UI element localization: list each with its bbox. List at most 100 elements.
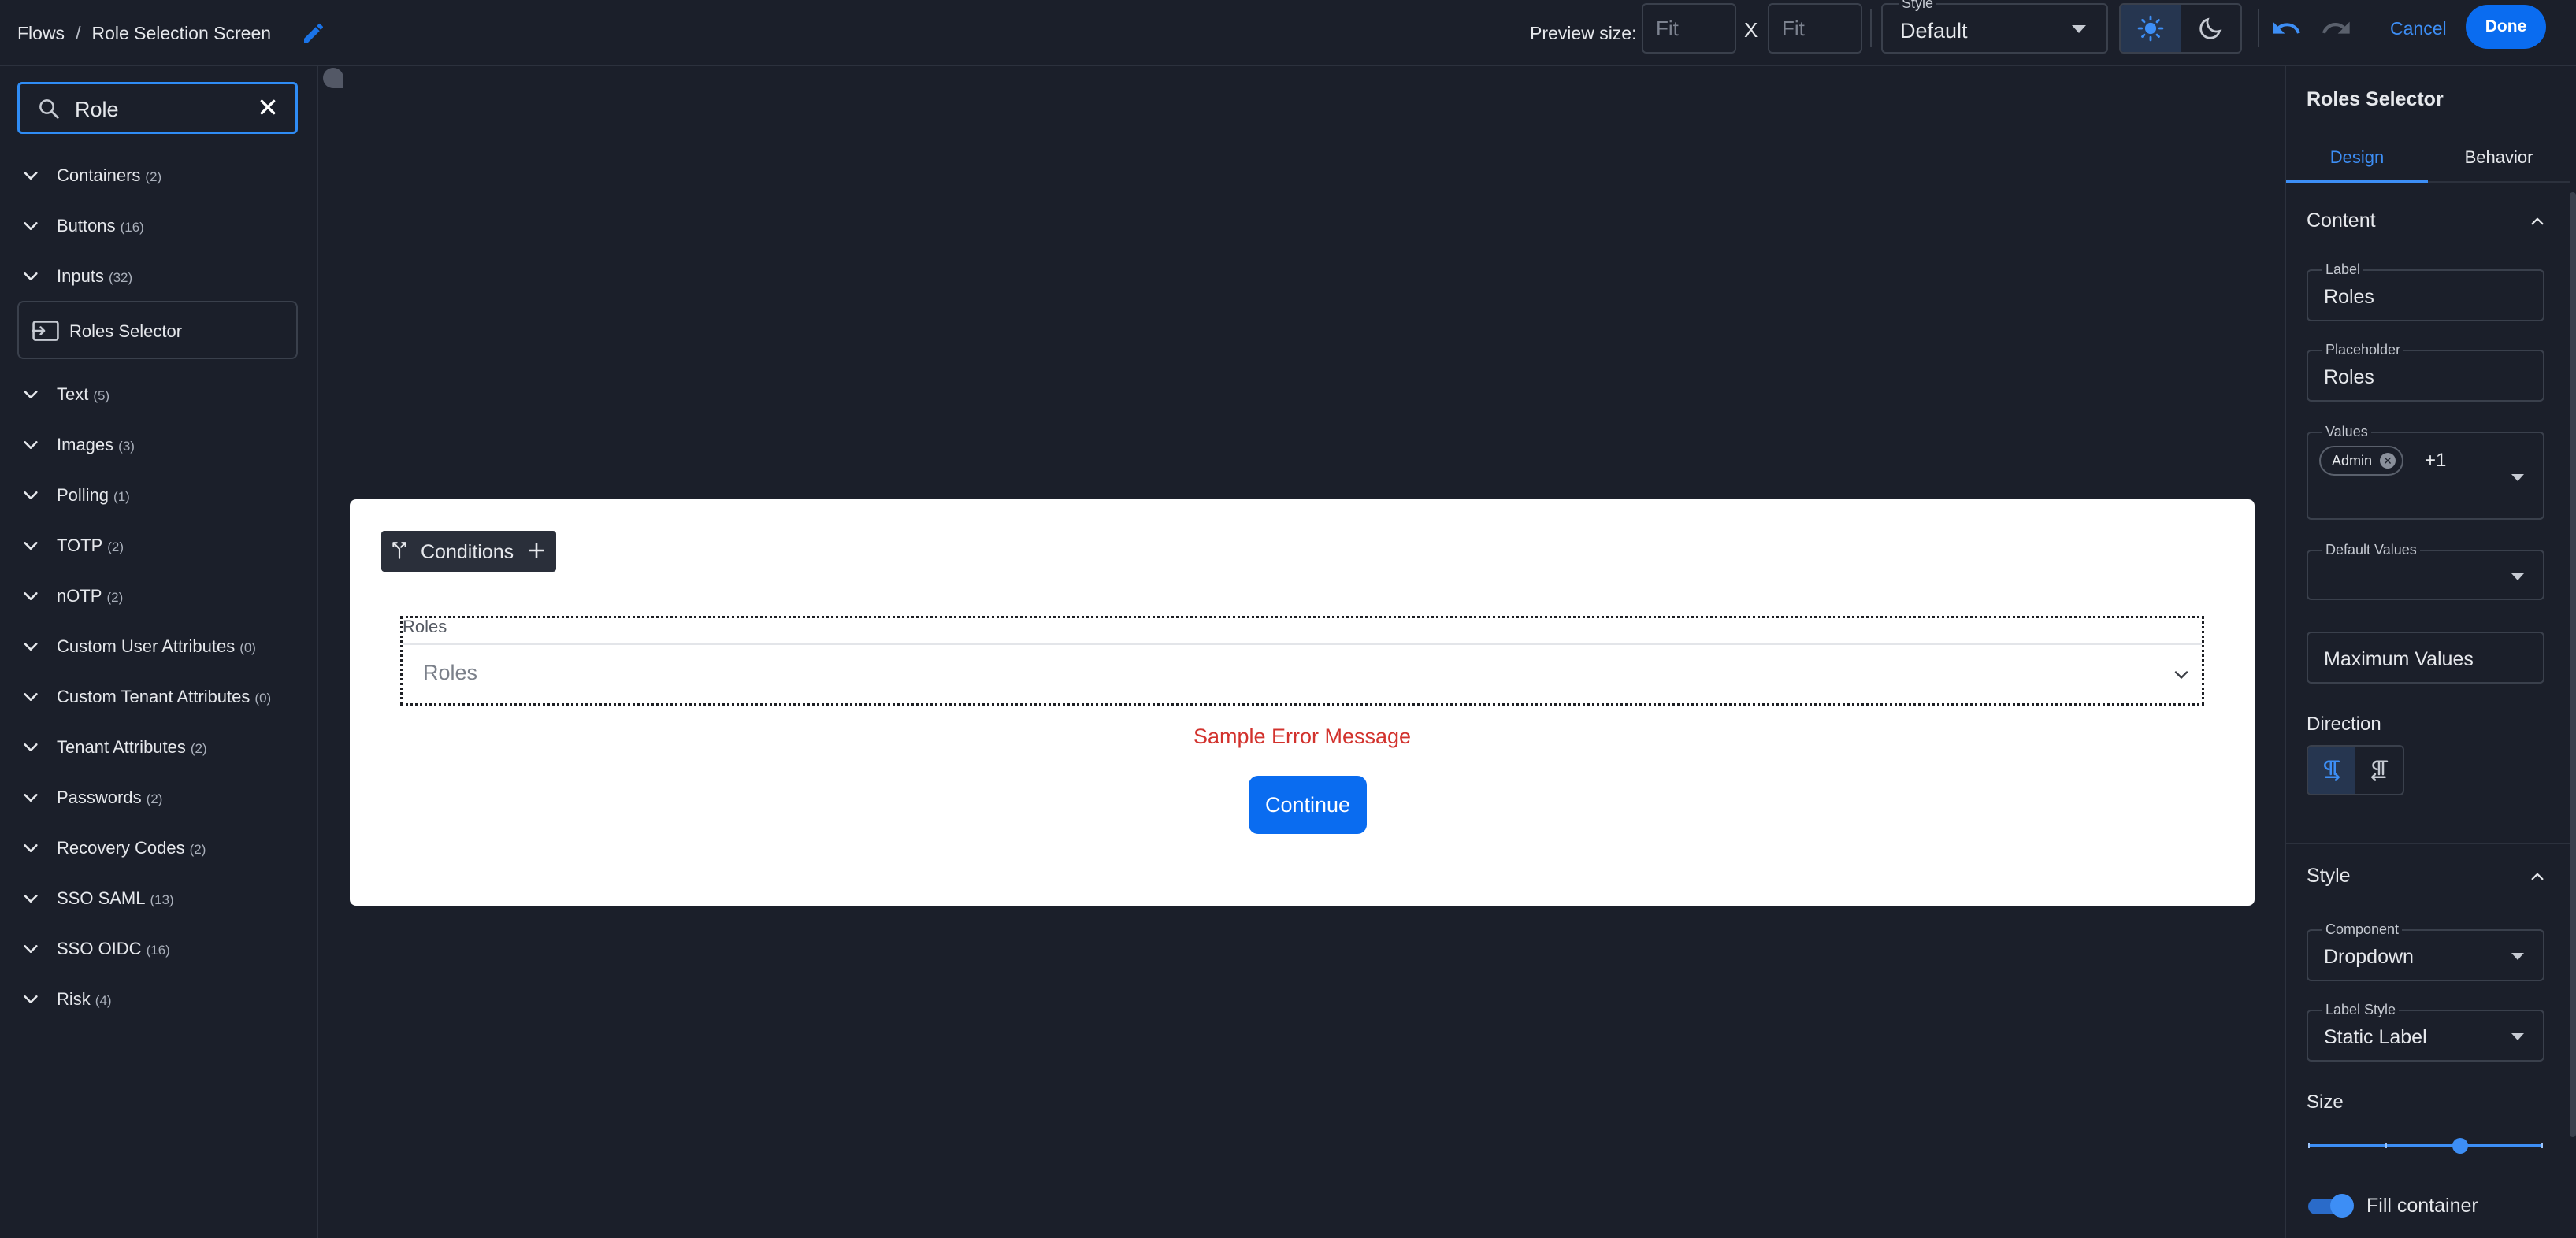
- chevron-down-icon: [24, 945, 38, 953]
- category-count: (4): [95, 993, 112, 1008]
- category-name: TOTP: [57, 536, 103, 555]
- conditions-button[interactable]: Conditions: [381, 531, 556, 572]
- chip-remove-icon[interactable]: ✕: [2380, 453, 2396, 469]
- category-count: (5): [93, 388, 110, 403]
- redo-icon[interactable]: [2321, 13, 2352, 44]
- inspector-tabs: Design Behavior: [2286, 132, 2570, 183]
- fill-container-toggle[interactable]: [2308, 1194, 2354, 1218]
- component-label: Roles Selector: [69, 321, 183, 341]
- category-count: (1): [113, 489, 130, 504]
- chevron-down-icon: [24, 643, 38, 651]
- light-theme-button[interactable]: [2121, 5, 2181, 52]
- scrollbar-thumb[interactable]: [2570, 192, 2576, 1137]
- category-label: Inputs (32): [57, 266, 132, 287]
- category-item[interactable]: Inputs (32): [0, 260, 315, 291]
- direction-rtl-button[interactable]: [2355, 747, 2403, 794]
- category-name: nOTP: [57, 586, 102, 606]
- preview-size-label: Preview size:: [1530, 23, 1637, 43]
- category-name: Containers: [57, 165, 141, 185]
- category-item[interactable]: Custom Tenant Attributes (0): [0, 680, 315, 712]
- component-search-input[interactable]: Role: [17, 82, 298, 134]
- category-label: Text (5): [57, 384, 109, 405]
- style-section-heading[interactable]: Style: [2307, 865, 2351, 888]
- category-item[interactable]: Images (3): [0, 428, 315, 460]
- size-slider[interactable]: [2308, 1134, 2543, 1158]
- component-roles-selector[interactable]: Roles Selector: [17, 301, 298, 359]
- undo-icon[interactable]: [2270, 13, 2302, 44]
- category-name: Risk: [57, 989, 91, 1009]
- category-item[interactable]: Recovery Codes (2): [0, 832, 315, 863]
- component-value: Dropdown: [2324, 946, 2414, 968]
- chevron-down-icon: [24, 222, 38, 230]
- values-legend: Values: [2322, 424, 2371, 440]
- value-chip[interactable]: Admin ✕: [2319, 446, 2404, 476]
- content-section-heading[interactable]: Content: [2307, 209, 2376, 232]
- label-style-legend: Label Style: [2322, 1002, 2400, 1018]
- slider-tick: [2308, 1143, 2310, 1148]
- category-item[interactable]: Containers (2): [0, 159, 315, 191]
- direction-heading: Direction: [2307, 714, 2381, 735]
- plus-icon[interactable]: [526, 540, 547, 561]
- slider-tick: [2541, 1143, 2543, 1148]
- category-item[interactable]: Polling (1): [0, 479, 315, 510]
- default-values-select[interactable]: Default Values: [2307, 542, 2544, 600]
- roles-selector-preview[interactable]: Roles Roles: [400, 616, 2204, 706]
- done-button[interactable]: Done: [2466, 5, 2546, 49]
- category-label: Passwords (2): [57, 788, 162, 808]
- category-name: Custom Tenant Attributes: [57, 687, 251, 706]
- screen-preview-card[interactable]: Conditions Roles Roles Sample Error Mess…: [350, 499, 2255, 906]
- label-field[interactable]: Label Roles: [2307, 261, 2544, 321]
- category-item[interactable]: Custom User Attributes (0): [0, 630, 315, 662]
- breadcrumb-flows[interactable]: Flows: [17, 23, 65, 44]
- rtl-direction-icon: [2371, 760, 2389, 781]
- category-label: Images (3): [57, 435, 135, 455]
- value-chip-label: Admin: [2332, 453, 2373, 469]
- dark-theme-button[interactable]: [2181, 5, 2240, 52]
- category-label: Polling (1): [57, 485, 130, 506]
- roles-dropdown[interactable]: Roles: [403, 643, 2202, 703]
- preview-width-input[interactable]: Fit: [1642, 3, 1736, 54]
- category-name: Inputs: [57, 266, 104, 286]
- close-icon[interactable]: [258, 97, 278, 117]
- chevron-up-icon[interactable]: [2529, 213, 2546, 230]
- category-item[interactable]: Passwords (2): [0, 781, 315, 813]
- label-field-value: Roles: [2324, 286, 2374, 308]
- category-item[interactable]: Text (5): [0, 378, 315, 410]
- values-multiselect[interactable]: Values Admin ✕ +1: [2307, 424, 2544, 520]
- maximum-values-input[interactable]: Maximum Values: [2307, 632, 2544, 684]
- editor-canvas[interactable]: Conditions Roles Roles Sample Error Mess…: [320, 66, 2285, 1238]
- category-item[interactable]: Risk (4): [0, 983, 315, 1014]
- category-item[interactable]: Tenant Attributes (2): [0, 731, 315, 762]
- direction-ltr-button[interactable]: [2308, 747, 2355, 794]
- category-item[interactable]: Buttons (16): [0, 209, 315, 241]
- category-item[interactable]: SSO OIDC (16): [0, 932, 315, 964]
- tab-behavior[interactable]: Behavior: [2428, 132, 2570, 183]
- cancel-button[interactable]: Cancel: [2390, 16, 2447, 41]
- slider-thumb[interactable]: [2452, 1138, 2468, 1154]
- category-label: Recovery Codes (2): [57, 838, 206, 858]
- inspector-scrollbar[interactable]: [2570, 184, 2576, 1208]
- category-item[interactable]: SSO SAML (13): [0, 882, 315, 914]
- preview-height-input[interactable]: Fit: [1768, 3, 1862, 54]
- search-input-value: Role: [75, 98, 119, 121]
- component-legend: Component: [2322, 921, 2403, 938]
- label-style-select[interactable]: Label Style Static Label: [2307, 1002, 2544, 1062]
- style-select[interactable]: Style Default: [1881, 0, 2108, 54]
- breadcrumb-separator: /: [76, 22, 81, 43]
- category-name: SSO OIDC: [57, 939, 142, 958]
- pencil-icon[interactable]: [301, 20, 326, 46]
- continue-button[interactable]: Continue: [1249, 776, 1367, 834]
- placeholder-field[interactable]: Placeholder Roles: [2307, 342, 2544, 402]
- chevron-down-icon: [24, 693, 38, 701]
- tab-design[interactable]: Design: [2286, 132, 2428, 183]
- category-item[interactable]: nOTP (2): [0, 580, 315, 611]
- category-name: Tenant Attributes: [57, 737, 186, 757]
- chevron-up-icon[interactable]: [2529, 868, 2546, 885]
- placeholder-field-legend: Placeholder: [2322, 342, 2404, 358]
- component-select[interactable]: Component Dropdown: [2307, 921, 2544, 981]
- breadcrumb-current: Role Selection Screen: [91, 22, 272, 43]
- chevron-down-icon: [24, 743, 38, 751]
- category-name: Polling: [57, 485, 109, 505]
- category-item[interactable]: TOTP (2): [0, 529, 315, 561]
- ltr-direction-icon: [2324, 760, 2340, 781]
